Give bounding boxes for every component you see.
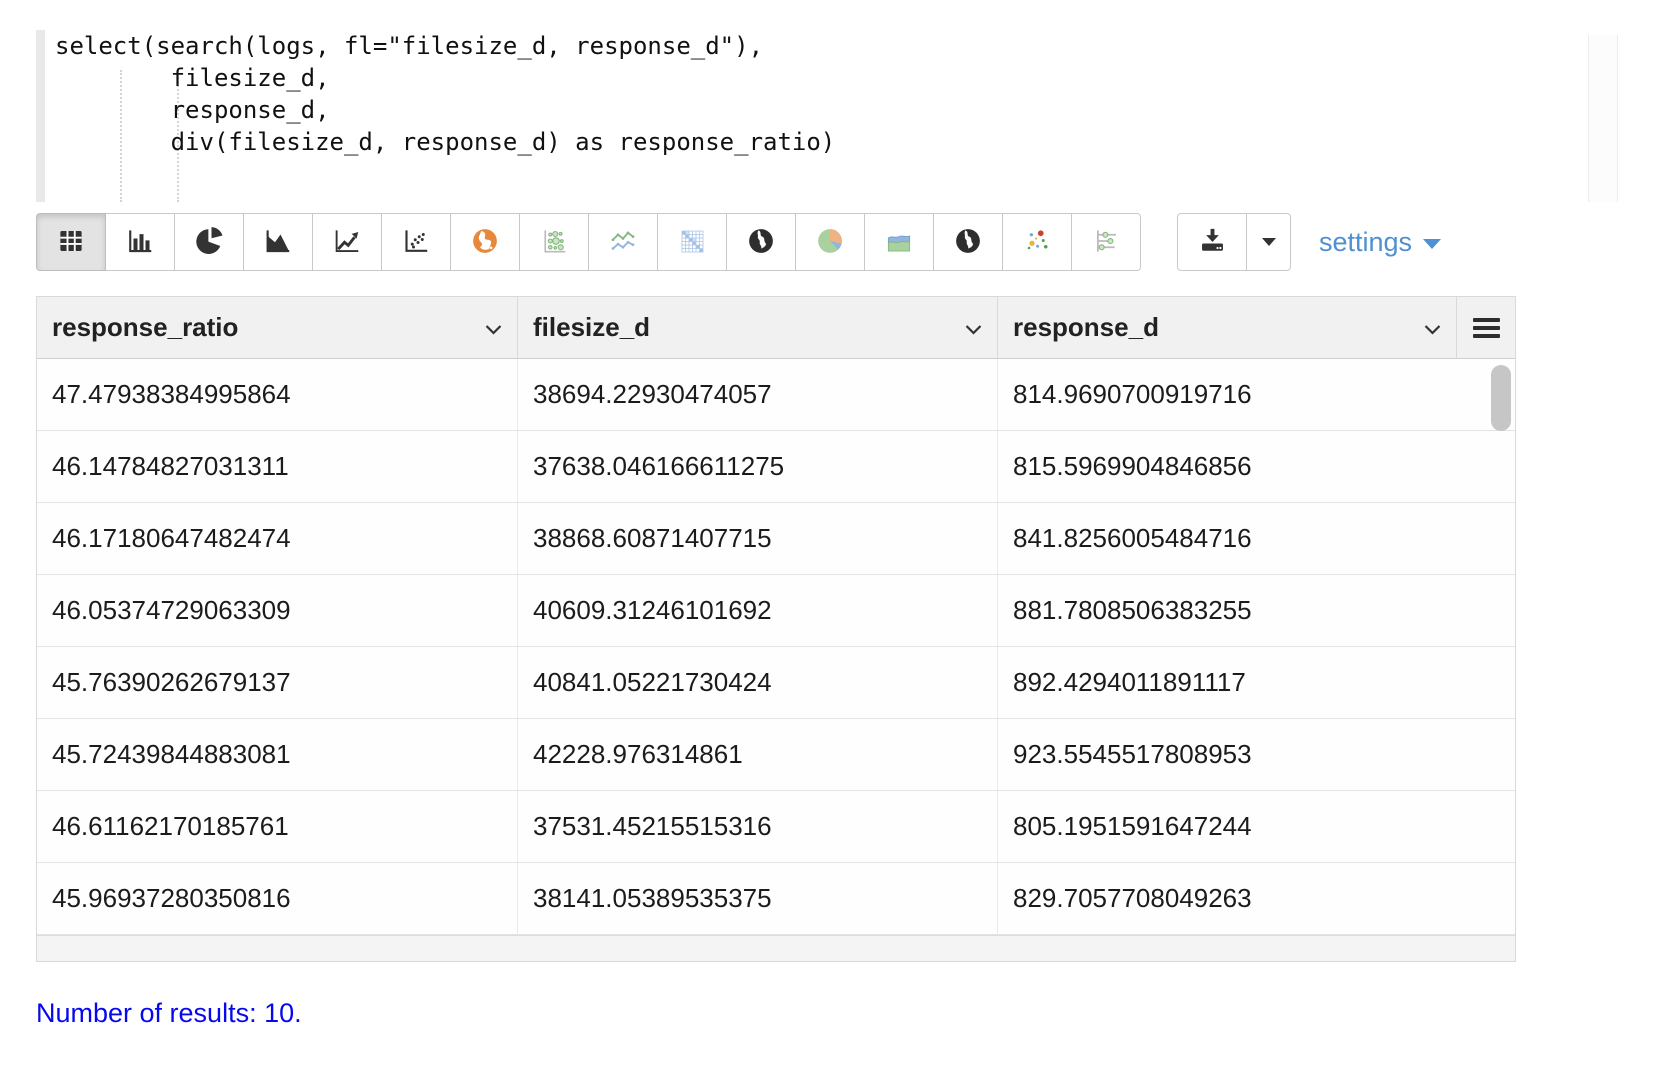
multi-line-chart-icon [608,226,638,259]
code-line: select(search(logs, fl="filesize_d, resp… [55,30,835,62]
table-row: 46.1478482703131137638.046166611275815.5… [37,431,1515,503]
table-row: 47.4793838499586438694.22930474057814.96… [37,359,1515,431]
viz-globe-button[interactable] [726,213,796,271]
heatmap-icon [677,226,707,259]
table-row: 46.6116217018576137531.45215515316805.19… [37,791,1515,863]
viz-map-button[interactable] [450,213,520,271]
table-cell: 37638.046166611275 [518,431,998,502]
editor-scrollbar[interactable] [1588,35,1618,202]
table-cell: 40841.05221730424 [518,647,998,718]
table-cell: 46.61162170185761 [37,791,518,862]
chevron-down-icon[interactable] [964,312,983,343]
caret-down-icon [1423,239,1441,249]
column-header-filesize-d[interactable]: filesize_d [518,297,998,358]
table-cell: 923.5545517808953 [998,719,1515,790]
colored-pie-chart-icon [815,226,845,259]
table-cell: 829.7057708049263 [998,863,1515,934]
viz-area-chart-button[interactable] [243,213,313,271]
table-cell: 38868.60871407715 [518,503,998,574]
viz-parallel-coordinates-button[interactable] [1071,213,1141,271]
table-menu-button[interactable] [1457,297,1515,358]
viz-stacked-area-button[interactable] [864,213,934,271]
table-cell: 46.14784827031311 [37,431,518,502]
code-line: filesize_d, [55,62,835,94]
viz-globe-2-button[interactable] [933,213,1003,271]
colored-scatter-icon [1022,226,1052,259]
settings-label: settings [1319,227,1412,258]
globe-icon [746,226,776,259]
table-cell: 46.05374729063309 [37,575,518,646]
area-chart-icon [263,226,293,259]
viz-button-group [36,213,1141,271]
editor-gutter [36,30,45,202]
table-cell: 38141.05389535375 [518,863,998,934]
table-row: 45.7243984488308142228.976314861923.5545… [37,719,1515,791]
viz-pie-chart-button[interactable] [174,213,244,271]
column-header-label: response_d [1013,312,1159,343]
table-cell: 841.8256005484716 [998,503,1515,574]
pie-chart-icon [194,226,224,259]
code-line: div(filesize_d, response_d) as response_… [55,126,835,158]
results-count: Number of results: 10. [36,998,302,1029]
stacked-area-chart-icon [884,226,914,259]
parallel-coordinates-icon [1091,226,1121,259]
code-text[interactable]: select(search(logs, fl="filesize_d, resp… [55,30,835,158]
viz-bar-chart-button[interactable] [105,213,175,271]
table-cell: 881.7808506383255 [998,575,1515,646]
chevron-down-icon[interactable] [1423,312,1442,343]
table-icon [56,226,86,259]
download-button[interactable] [1177,213,1247,271]
viz-heatmap-button[interactable] [657,213,727,271]
viz-colored-scatter-button[interactable] [1002,213,1072,271]
caret-down-icon [1262,238,1276,246]
viz-scatter-chart-button[interactable] [381,213,451,271]
column-header-label: response_ratio [52,312,238,343]
globe-2-icon [953,226,983,259]
table-cell: 814.9690700919716 [998,359,1515,430]
table-cell: 805.1951591647244 [998,791,1515,862]
table-cell: 38694.22930474057 [518,359,998,430]
download-icon [1197,225,1228,259]
table-cell: 37531.45215515316 [518,791,998,862]
viz-bubble-chart-button[interactable] [519,213,589,271]
code-editor[interactable]: select(search(logs, fl="filesize_d, resp… [36,30,1618,202]
table-cell: 892.4294011891117 [998,647,1515,718]
table-horizontal-scroll-track[interactable] [37,935,1515,961]
table-body: 47.4793838499586438694.22930474057814.96… [37,359,1515,935]
viz-colored-pie-button[interactable] [795,213,865,271]
column-header-label: filesize_d [533,312,650,343]
table-cell: 47.47938384995864 [37,359,518,430]
scatter-chart-icon [401,226,431,259]
hamburger-menu-icon [1473,318,1500,338]
table-cell: 42228.976314861 [518,719,998,790]
table-row: 46.1718064748247438868.60871407715841.82… [37,503,1515,575]
table-scrollbar-thumb[interactable] [1491,365,1511,431]
table-cell: 45.72439844883081 [37,719,518,790]
download-button-group [1178,213,1291,271]
table-cell: 45.96937280350816 [37,863,518,934]
code-line: response_d, [55,94,835,126]
table-row: 45.7639026267913740841.05221730424892.42… [37,647,1515,719]
orange-globe-map-icon [470,226,500,259]
table-cell: 46.17180647482474 [37,503,518,574]
line-chart-icon [332,226,362,259]
table-header-row: response_ratio filesize_d response_d [37,297,1515,359]
table-row: 45.9693728035081638141.05389535375829.70… [37,863,1515,935]
table-cell: 40609.31246101692 [518,575,998,646]
viz-table-button[interactable] [36,213,106,271]
viz-line-chart-button[interactable] [312,213,382,271]
table-cell: 45.76390262679137 [37,647,518,718]
column-header-response-ratio[interactable]: response_ratio [37,297,518,358]
table-cell: 815.5969904846856 [998,431,1515,502]
download-options-button[interactable] [1246,213,1291,271]
bar-chart-icon [125,226,155,259]
settings-toggle[interactable]: settings [1319,213,1441,271]
viz-multi-line-chart-button[interactable] [588,213,658,271]
table-row: 46.0537472906330940609.31246101692881.78… [37,575,1515,647]
chevron-down-icon[interactable] [484,312,503,343]
bubble-chart-icon [539,226,569,259]
column-header-response-d[interactable]: response_d [998,297,1457,358]
results-table: response_ratio filesize_d response_d 47.… [36,296,1516,962]
visualization-toolbar: settings [36,213,1441,271]
